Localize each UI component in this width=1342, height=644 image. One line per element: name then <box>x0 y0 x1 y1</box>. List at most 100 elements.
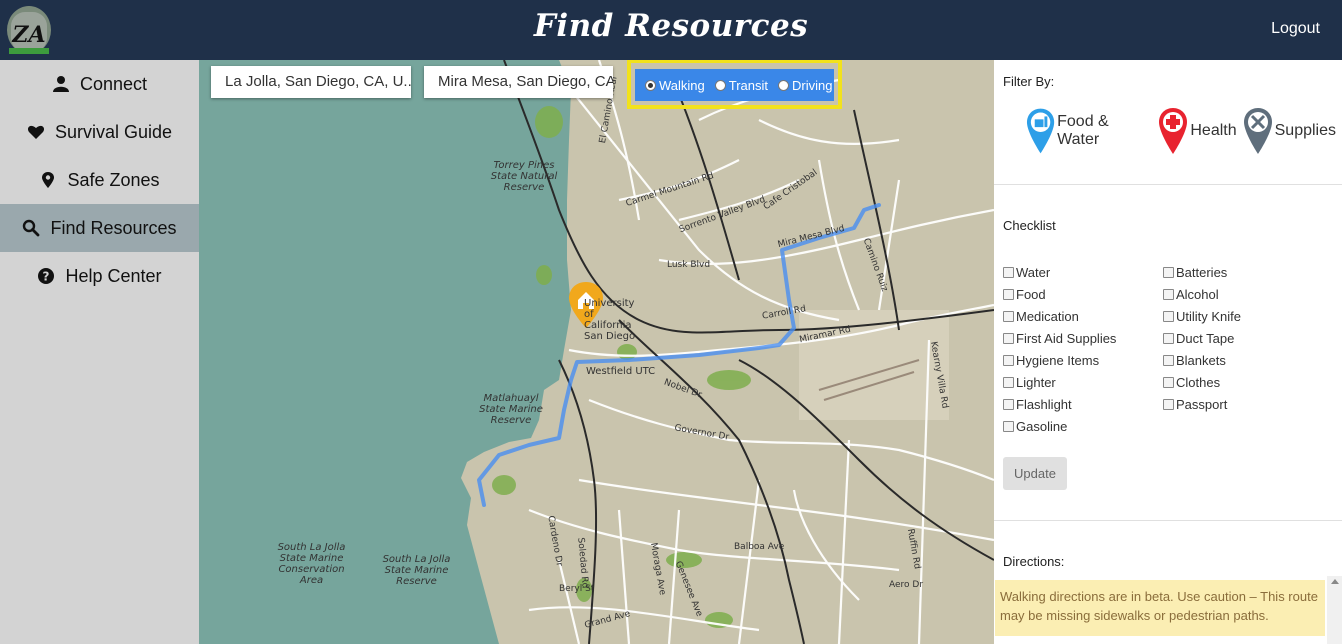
checklist-item-food[interactable]: Food <box>1003 287 1046 302</box>
area-label: Matlahuayl State Marine Reserve <box>479 393 543 426</box>
checklist-label: Duct Tape <box>1176 331 1235 346</box>
mode-label: Driving <box>792 77 833 93</box>
user-icon <box>52 76 69 92</box>
checkbox[interactable] <box>1003 421 1014 432</box>
street-label: Balboa Ave <box>734 542 785 552</box>
mode-label: Walking <box>659 77 705 93</box>
area-label: South La Jolla State Marine Conservation… <box>277 542 346 586</box>
sidebar-item-label: Help Center <box>65 265 162 286</box>
radio-selected-icon <box>645 79 656 91</box>
sidebar-item-label: Safe Zones <box>67 169 160 190</box>
filter-title: Filter By: <box>1003 74 1055 89</box>
checklist-item-flashlight[interactable]: Flashlight <box>1003 397 1072 412</box>
checklist-label: Food <box>1016 287 1046 302</box>
checklist-label: First Aid Supplies <box>1016 331 1117 346</box>
checklist-item-clothes[interactable]: Clothes <box>1163 375 1220 390</box>
checklist-label: Clothes <box>1176 375 1221 390</box>
checklist-label: Medication <box>1016 309 1079 324</box>
street-label: Westfield UTC <box>586 366 656 377</box>
directions-scrollbar[interactable] <box>1327 576 1342 644</box>
sidebar-item-find-resources[interactable]: Find Resources <box>0 204 199 252</box>
filter-health[interactable]: Health <box>1158 107 1237 155</box>
directions-warning: Walking directions are in beta. Use caut… <box>995 580 1325 636</box>
checkbox[interactable] <box>1003 355 1014 366</box>
checkbox[interactable] <box>1163 289 1174 300</box>
checklist-label: Lighter <box>1016 375 1056 390</box>
street-label: Lusk Blvd <box>667 260 711 270</box>
checkbox[interactable] <box>1003 311 1014 322</box>
directions-title: Directions: <box>1003 554 1065 569</box>
checklist-item-lighter[interactable]: Lighter <box>1003 375 1056 390</box>
checklist-item-duct-tape[interactable]: Duct Tape <box>1163 331 1234 346</box>
checklist-item-utility-knife[interactable]: Utility Knife <box>1163 309 1241 324</box>
filter-food-water[interactable]: Food & Water <box>1026 107 1152 155</box>
checklist-label: Passport <box>1176 397 1228 412</box>
radio-icon <box>714 79 726 91</box>
sidebar-item-connect[interactable]: Connect <box>0 60 199 108</box>
transit-radio[interactable]: Transit <box>714 77 769 93</box>
checkbox[interactable] <box>1163 399 1174 410</box>
search-icon <box>23 219 40 237</box>
question-circle-icon: ? <box>38 268 55 284</box>
destination-input[interactable]: Mira Mesa, San Diego, CA... <box>424 66 613 98</box>
checklist-item-batteries[interactable]: Batteries <box>1163 265 1227 280</box>
food-water-pin-icon <box>1026 108 1055 154</box>
area-label: Torrey Pines State Natural Reserve <box>490 160 558 193</box>
checklist-item-water[interactable]: Water <box>1003 265 1050 280</box>
sidebar: Connect Survival Guide Safe Zones Find R… <box>0 60 199 644</box>
page-title: Find Resources <box>533 8 809 44</box>
update-button[interactable]: Update <box>1003 457 1067 490</box>
sidebar-item-label: Find Resources <box>50 217 177 238</box>
checkbox[interactable] <box>1003 267 1014 278</box>
street-label: University of California San Diego <box>584 298 636 342</box>
checklist-item-alcohol[interactable]: Alcohol <box>1163 287 1219 302</box>
sidebar-item-safe-zones[interactable]: Safe Zones <box>0 156 199 204</box>
health-pin-icon <box>1159 108 1188 154</box>
checkbox[interactable] <box>1003 333 1014 344</box>
checkbox[interactable] <box>1163 311 1174 322</box>
checkbox[interactable] <box>1163 267 1174 278</box>
checklist-item-passport[interactable]: Passport <box>1163 397 1227 412</box>
checklist-label: Utility Knife <box>1176 309 1242 324</box>
checkbox[interactable] <box>1163 355 1174 366</box>
checklist-label: Hygiene Items <box>1016 353 1100 368</box>
checklist-item-gasoline[interactable]: Gasoline <box>1003 419 1067 434</box>
supplies-pin-icon <box>1243 108 1272 154</box>
heart-icon <box>27 125 44 139</box>
walking-radio[interactable]: Walking <box>645 78 705 93</box>
scroll-up-icon[interactable] <box>1331 579 1339 584</box>
checkbox[interactable] <box>1003 289 1014 300</box>
map-canvas[interactable]: Torrey Pines State Natural Reserve Matla… <box>199 60 994 644</box>
sidebar-item-label: Survival Guide <box>54 121 173 142</box>
sidebar-item-label: Connect <box>79 73 148 94</box>
filter-label: Supplies <box>1274 122 1336 139</box>
svg-text:?: ? <box>43 270 50 284</box>
checklist-item-blankets[interactable]: Blankets <box>1163 353 1226 368</box>
filter-panel: Filter By: Food & Water Health Supplies … <box>994 60 1342 644</box>
checklist-item-first-aid[interactable]: First Aid Supplies <box>1003 331 1116 346</box>
sidebar-item-help-center[interactable]: ? Help Center <box>0 252 199 300</box>
origin-input[interactable]: La Jolla, San Diego, CA, U... <box>211 66 411 98</box>
checklist-label: Water <box>1016 265 1051 280</box>
checkbox[interactable] <box>1163 333 1174 344</box>
checklist-label: Flashlight <box>1016 397 1072 412</box>
checklist-title: Checklist <box>1003 218 1056 233</box>
divider <box>994 520 1342 521</box>
sidebar-item-survival-guide[interactable]: Survival Guide <box>0 108 199 156</box>
mode-label: Transit <box>728 77 769 93</box>
area-label: South La Jolla State Marine Reserve <box>382 554 451 587</box>
checkbox[interactable] <box>1003 399 1014 410</box>
checkbox[interactable] <box>1003 377 1014 388</box>
logout-link[interactable]: Logout <box>1271 20 1320 38</box>
checklist-item-hygiene[interactable]: Hygiene Items <box>1003 353 1099 368</box>
map-marker-icon <box>42 172 55 188</box>
divider <box>994 184 1342 185</box>
filter-label: Health <box>1190 122 1237 139</box>
checkbox[interactable] <box>1163 377 1174 388</box>
checklist-label: Gasoline <box>1016 419 1068 434</box>
checklist-label: Blankets <box>1176 353 1226 368</box>
checklist-item-medication[interactable]: Medication <box>1003 309 1079 324</box>
radio-icon <box>778 79 790 91</box>
filter-supplies[interactable]: Supplies <box>1243 107 1336 155</box>
driving-radio[interactable]: Driving <box>778 78 832 93</box>
